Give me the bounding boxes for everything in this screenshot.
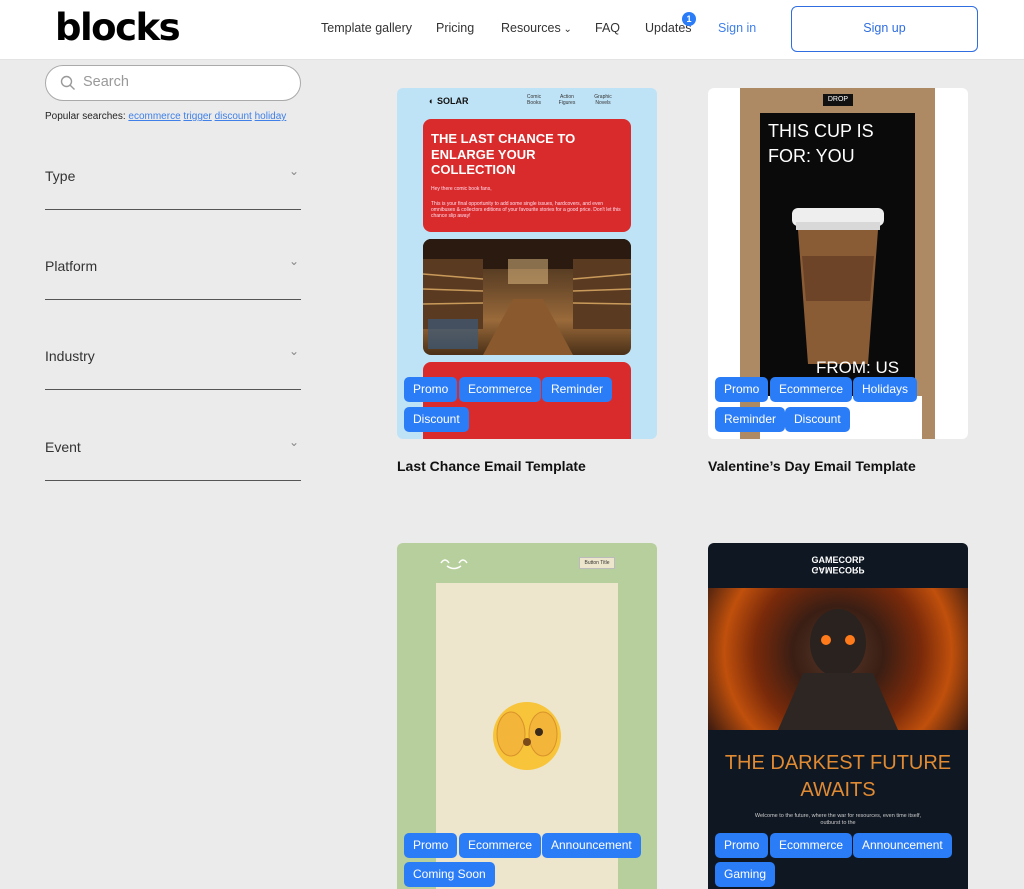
tag-coming-soon[interactable]: Coming Soon [404,862,495,887]
bookstore-image [423,239,631,355]
preview-greeting: Hey there comic book fans, [431,186,492,192]
coffee-cup-icon [792,208,884,364]
filter-platform[interactable]: Platform ⌄ [45,254,301,300]
popular-searches: Popular searches: ecommerce trigger disc… [45,111,286,122]
preview-button: Button Title [579,557,615,569]
tag-holidays[interactable]: Holidays [853,377,918,402]
search-icon [60,75,75,90]
popular-search-ecommerce[interactable]: ecommerce [128,111,180,122]
sign-up-button[interactable]: Sign up [791,6,978,52]
tag-discount[interactable]: Discount [404,407,469,432]
tag-announcement[interactable]: Announcement [853,833,952,858]
preview-headline: THIS CUP IS FOR: YOU [768,121,874,166]
chevron-down-icon: ⌄ [288,344,299,358]
chevron-down-icon: ⌄ [288,164,299,178]
tag-ecommerce[interactable]: Ecommerce [459,377,542,402]
soldier-image [708,588,968,730]
tag-reminder[interactable]: Reminder [715,407,786,432]
nav-faq[interactable]: FAQ [595,21,620,35]
preview-headline: THE LAST CHANCE TO ENLARGE YOUR COLLECTI… [431,131,576,177]
preview-hero-box: THE LAST CHANCE TO ENLARGE YOUR COLLECTI… [423,119,631,232]
filter-type-label: Type [45,168,76,184]
popular-search-holiday[interactable]: holiday [255,111,287,122]
search-input[interactable] [83,74,283,90]
chevron-down-icon: ⌄ [288,254,299,268]
search-box[interactable] [45,65,301,101]
tag-promo[interactable]: Promo [715,833,769,858]
blocks-logo[interactable]: blocks [55,6,181,49]
tag-gaming[interactable]: Gaming [715,862,776,887]
tag-promo[interactable]: Promo [404,833,458,858]
tag-announcement[interactable]: Announcement [542,833,641,858]
tag-ecommerce[interactable]: Ecommerce [459,833,542,858]
preview-nav-item: Comic Books [526,94,542,106]
nav-resources[interactable]: Resources [501,21,572,35]
chevron-down-icon: ⌄ [288,435,299,449]
popular-search-discount[interactable]: discount [215,111,252,122]
face-with-hands-emoji-icon [493,702,561,770]
tag-discount[interactable]: Discount [785,407,850,432]
preview-signature: FROM: US [816,358,900,377]
preview-body: This is your final opportunity to add so… [431,201,621,219]
filter-industry[interactable]: Industry ⌄ [45,344,301,390]
preview-nav-item: Action Figures [558,94,576,106]
nav-template-gallery[interactable]: Template gallery [321,21,412,35]
tag-reminder[interactable]: Reminder [542,377,613,402]
tag-promo[interactable]: Promo [715,377,769,402]
smile-logo-icon [440,559,468,570]
filter-platform-label: Platform [45,258,98,274]
card-title[interactable]: Last Chance Email Template [397,458,586,474]
sign-in-link[interactable]: Sign in [718,21,756,35]
preview-headline: THE DARKEST FUTURE AWAITS [724,752,952,801]
popular-search-trigger[interactable]: trigger [183,111,211,122]
filter-event[interactable]: Event ⌄ [45,435,301,481]
preview-nav-item: Graphic Novels [594,94,612,106]
gamecorp-logo: GAMECORP GAMECORP [811,555,865,575]
updates-badge: 1 [682,12,696,26]
preview-drop-label: DROP [823,94,853,106]
card-title[interactable]: Valentine’s Day Email Template [708,458,916,474]
tag-ecommerce[interactable]: Ecommerce [770,377,853,402]
filter-industry-label: Industry [45,348,95,364]
filter-type[interactable]: Type ⌄ [45,164,301,210]
nav-pricing[interactable]: Pricing [436,21,474,35]
tag-ecommerce[interactable]: Ecommerce [770,833,853,858]
filter-event-label: Event [45,439,81,455]
popular-searches-label: Popular searches: [45,111,126,122]
tag-promo[interactable]: Promo [404,377,458,402]
top-navbar: blocks Template gallery Pricing Resource… [0,0,1024,60]
solar-logo: ◐ SOLAR [429,96,469,106]
preview-body: Welcome to the future, where the war for… [754,813,922,826]
